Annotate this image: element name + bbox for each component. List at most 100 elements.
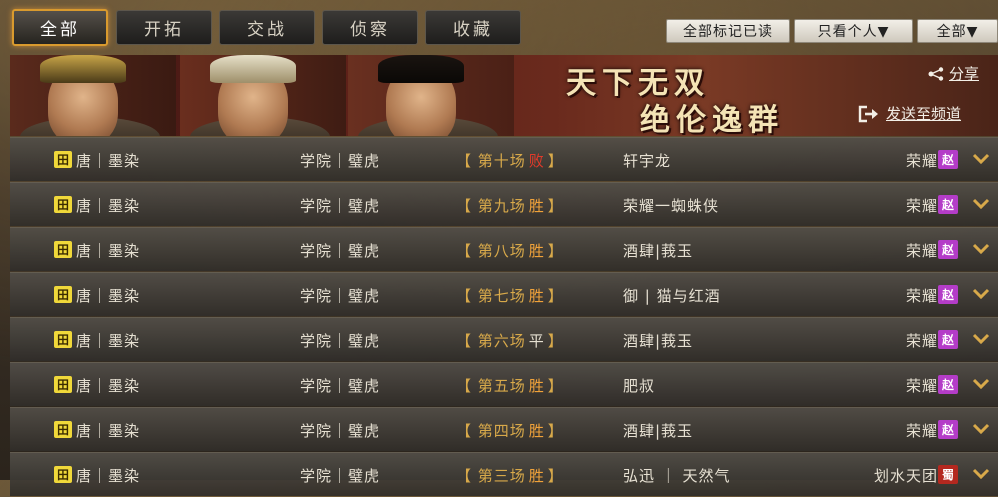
defender-name: 学院｜璧虎	[300, 377, 381, 395]
match-number: 【 第九场	[456, 197, 526, 215]
match-number: 【 第五场	[456, 377, 526, 395]
battle-report-row[interactable]: 田 唐｜墨染 学院｜璧虎 【 第七场胜】 御 | 猫与红酒 荣耀 赵	[10, 272, 998, 316]
match-result: 【 第三场胜】	[456, 465, 564, 486]
match-result: 【 第七场胜】	[456, 285, 564, 306]
result-label: 败	[528, 152, 545, 170]
chevron-down-icon[interactable]	[972, 196, 990, 212]
share-icon	[928, 66, 944, 81]
alliance-name: 荣耀	[905, 197, 938, 215]
chevron-down-icon[interactable]	[972, 151, 990, 167]
player-name: 酒肆|莪玉	[623, 242, 694, 260]
field-badge-icon: 田	[54, 151, 72, 168]
battle-report-row[interactable]: 田 唐｜墨染 学院｜璧虎 【 第六场平】 酒肆|莪玉 荣耀 赵	[10, 317, 998, 361]
match-bracket-close: 】	[547, 377, 564, 395]
battle-report-row[interactable]: 田 唐｜墨染 学院｜璧虎 【 第四场胜】 酒肆|莪玉 荣耀 赵	[10, 407, 998, 451]
match-bracket-close: 】	[547, 197, 564, 215]
battle-report-row[interactable]: 田 唐｜墨染 学院｜璧虎 【 第八场胜】 酒肆|莪玉 荣耀 赵	[10, 227, 998, 271]
server-badge-icon: 赵	[938, 330, 958, 349]
share-button[interactable]: 分享	[928, 63, 979, 84]
result-label: 胜	[528, 242, 545, 260]
attacker-name: 唐｜墨染	[76, 377, 141, 395]
field-badge-icon: 田	[54, 241, 72, 258]
attacker-name: 唐｜墨染	[76, 422, 141, 440]
match-bracket-close: 】	[547, 242, 564, 260]
alliance-name: 荣耀	[905, 287, 938, 305]
player-name: 酒肆|莪玉	[623, 332, 694, 350]
all-filter-dropdown[interactable]: 全部▼	[917, 19, 998, 43]
match-bracket-close: 】	[547, 422, 564, 440]
tab-favorites[interactable]: 收藏	[425, 10, 521, 45]
alliance-name: 荣耀	[905, 377, 938, 395]
match-bracket-close: 】	[547, 332, 564, 350]
defender-name: 学院｜璧虎	[300, 467, 381, 485]
tab-all[interactable]: 全部	[12, 9, 108, 46]
battle-report-row[interactable]: 田 唐｜墨染 学院｜璧虎 【 第三场胜】 弘迅 ｜ 天然气 划水天团 蜀	[10, 452, 998, 496]
server-badge-icon: 赵	[938, 240, 958, 259]
alliance-name: 荣耀	[905, 242, 938, 260]
battle-report-list: 田 唐｜墨染 学院｜璧虎 【 第十场败】 轩宇龙 荣耀 赵 田 唐｜墨染 学院｜…	[10, 137, 998, 497]
match-result: 【 第六场平】	[456, 330, 564, 351]
field-badge-icon: 田	[54, 196, 72, 213]
result-label: 平	[528, 332, 545, 350]
attacker-name: 唐｜墨染	[76, 197, 141, 215]
export-icon	[858, 105, 878, 122]
chevron-down-icon[interactable]	[972, 421, 990, 437]
match-number: 【 第四场	[456, 422, 526, 440]
alliance-name: 荣耀	[905, 152, 938, 170]
battle-report-row[interactable]: 田 唐｜墨染 学院｜璧虎 【 第五场胜】 肥叔 荣耀 赵	[10, 362, 998, 406]
defender-name: 学院｜璧虎	[300, 152, 381, 170]
result-label: 胜	[528, 377, 545, 395]
match-bracket-close: 】	[547, 467, 564, 485]
match-number: 【 第六场	[456, 332, 526, 350]
match-result: 【 第十场败】	[456, 150, 564, 171]
match-result: 【 第八场胜】	[456, 240, 564, 261]
defender-name: 学院｜璧虎	[300, 287, 381, 305]
attacker-name: 唐｜墨染	[76, 152, 141, 170]
tab-battle[interactable]: 交战	[219, 10, 315, 45]
slogan-line-2: 绝伦逸群	[640, 103, 784, 136]
defender-name: 学院｜璧虎	[300, 332, 381, 350]
player-name: 荣耀一蜘蛛侠	[623, 197, 720, 215]
tab-bar: 全部 开拓 交战 侦察 收藏 全部标记已读 只看个人▼ 全部▼	[0, 0, 998, 50]
field-badge-icon: 田	[54, 331, 72, 348]
field-badge-icon: 田	[54, 376, 72, 393]
server-badge-icon: 赵	[938, 420, 958, 439]
server-badge-icon: 赵	[938, 150, 958, 169]
report-banner: 天下无双 绝伦逸群 分享 发送至频道	[10, 55, 998, 136]
chevron-down-icon[interactable]	[972, 286, 990, 302]
alliance-name: 荣耀	[905, 332, 938, 350]
battle-report-row[interactable]: 田 唐｜墨染 学院｜璧虎 【 第九场胜】 荣耀一蜘蛛侠 荣耀 赵	[10, 182, 998, 226]
attacker-name: 唐｜墨染	[76, 332, 141, 350]
server-badge-icon: 蜀	[938, 465, 958, 484]
mark-all-read-button[interactable]: 全部标记已读	[666, 19, 790, 43]
tab-scout[interactable]: 侦察	[322, 10, 418, 45]
defender-name: 学院｜璧虎	[300, 242, 381, 260]
field-badge-icon: 田	[54, 466, 72, 483]
server-badge-icon: 赵	[938, 285, 958, 304]
result-label: 胜	[528, 197, 545, 215]
send-to-channel-button[interactable]: 发送至频道	[858, 103, 961, 124]
player-name: 轩宇龙	[623, 152, 672, 170]
tab-expand[interactable]: 开拓	[116, 10, 212, 45]
match-result: 【 第四场胜】	[456, 420, 564, 441]
match-number: 【 第三场	[456, 467, 526, 485]
attacker-name: 唐｜墨染	[76, 287, 141, 305]
chevron-down-icon[interactable]	[972, 241, 990, 257]
attacker-name: 唐｜墨染	[76, 242, 141, 260]
server-badge-icon: 赵	[938, 195, 958, 214]
match-bracket-close: 】	[547, 152, 564, 170]
match-number: 【 第十场	[456, 152, 526, 170]
chevron-down-icon[interactable]	[972, 376, 990, 392]
hero-portrait-2	[180, 55, 346, 136]
chevron-down-icon[interactable]	[972, 331, 990, 347]
result-label: 胜	[528, 287, 545, 305]
field-badge-icon: 田	[54, 421, 72, 438]
player-name: 御 | 猫与红酒	[623, 287, 721, 305]
battle-report-row[interactable]: 田 唐｜墨染 学院｜璧虎 【 第十场败】 轩宇龙 荣耀 赵	[10, 137, 998, 181]
result-label: 胜	[528, 467, 545, 485]
defender-name: 学院｜璧虎	[300, 197, 381, 215]
player-name: 肥叔	[623, 377, 656, 395]
personal-filter-dropdown[interactable]: 只看个人▼	[794, 19, 913, 43]
player-name: 酒肆|莪玉	[623, 422, 694, 440]
share-label: 分享	[949, 65, 980, 83]
